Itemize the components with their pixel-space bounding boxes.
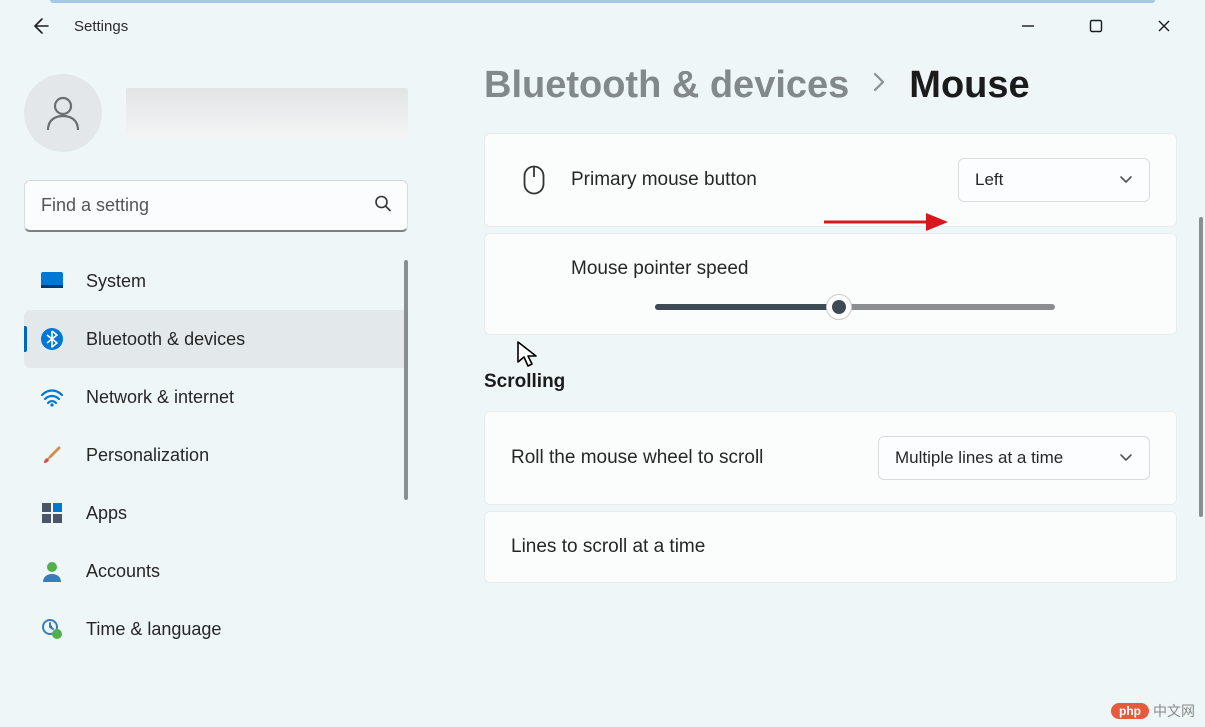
sidebar-item-time-language[interactable]: Time & language xyxy=(24,600,408,658)
watermark-badge: php xyxy=(1111,703,1149,719)
mouse-pointer-speed-label: Mouse pointer speed xyxy=(571,258,1150,280)
accounts-icon xyxy=(38,557,66,585)
sidebar: System Bluetooth & devices Network & int… xyxy=(0,52,432,727)
sidebar-item-accounts[interactable]: Accounts xyxy=(24,542,408,600)
sidebar-item-label: Network & internet xyxy=(86,387,234,408)
sidebar-item-label: Apps xyxy=(86,503,127,524)
app-title: Settings xyxy=(74,18,128,35)
breadcrumb-parent[interactable]: Bluetooth & devices xyxy=(484,64,849,107)
chevron-right-icon xyxy=(871,70,887,101)
roll-mouse-wheel-card: Roll the mouse wheel to scroll Multiple … xyxy=(484,411,1177,505)
maximize-button[interactable] xyxy=(1073,8,1119,44)
primary-mouse-button-card: Primary mouse button Left xyxy=(484,133,1177,227)
dropdown-value: Multiple lines at a time xyxy=(895,448,1063,468)
content-scrollbar[interactable] xyxy=(1199,217,1203,517)
scrolling-section-header: Scrolling xyxy=(484,371,1177,393)
page-title: Mouse xyxy=(909,64,1029,107)
mouse-pointer-speed-slider[interactable] xyxy=(655,304,1055,310)
avatar xyxy=(24,74,102,152)
clock-globe-icon xyxy=(38,615,66,643)
person-icon xyxy=(42,92,84,134)
sidebar-item-label: Time & language xyxy=(86,619,221,640)
primary-mouse-button-label: Primary mouse button xyxy=(571,169,958,191)
apps-icon xyxy=(38,499,66,527)
slider-fill xyxy=(655,304,839,310)
paintbrush-icon xyxy=(38,441,66,469)
sidebar-item-network[interactable]: Network & internet xyxy=(24,368,408,426)
back-button[interactable] xyxy=(22,8,58,44)
mouse-icon xyxy=(511,165,557,195)
sidebar-item-label: Bluetooth & devices xyxy=(86,329,245,350)
nav: System Bluetooth & devices Network & int… xyxy=(24,252,408,727)
minimize-button[interactable] xyxy=(1005,8,1051,44)
sidebar-item-label: Personalization xyxy=(86,445,209,466)
primary-mouse-button-dropdown[interactable]: Left xyxy=(958,158,1150,202)
content: Bluetooth & devices Mouse Primary mouse … xyxy=(432,52,1205,727)
back-arrow-icon xyxy=(30,16,50,36)
close-icon xyxy=(1157,19,1171,33)
sidebar-item-bluetooth-devices[interactable]: Bluetooth & devices xyxy=(24,310,408,368)
close-button[interactable] xyxy=(1141,8,1187,44)
wifi-icon xyxy=(38,383,66,411)
roll-mouse-wheel-dropdown[interactable]: Multiple lines at a time xyxy=(878,436,1150,480)
system-icon xyxy=(38,267,66,295)
mouse-pointer-speed-card: Mouse pointer speed xyxy=(484,233,1177,335)
minimize-icon xyxy=(1021,19,1035,33)
search-input[interactable] xyxy=(24,180,408,232)
breadcrumb: Bluetooth & devices Mouse xyxy=(484,64,1177,107)
user-profile[interactable] xyxy=(24,52,408,180)
chevron-down-icon xyxy=(1119,448,1133,468)
dropdown-value: Left xyxy=(975,170,1003,190)
titlebar: Settings xyxy=(0,0,1205,52)
maximize-icon xyxy=(1089,19,1103,33)
sidebar-item-label: Accounts xyxy=(86,561,160,582)
watermark: php 中文网 xyxy=(1111,701,1195,721)
bluetooth-icon xyxy=(38,325,66,353)
sidebar-item-label: System xyxy=(86,271,146,292)
chevron-down-icon xyxy=(1119,170,1133,190)
lines-to-scroll-label: Lines to scroll at a time xyxy=(511,536,1150,558)
slider-thumb[interactable] xyxy=(826,294,852,320)
watermark-text: 中文网 xyxy=(1153,701,1195,721)
sidebar-scrollbar[interactable] xyxy=(404,260,408,500)
user-name-placeholder xyxy=(126,88,408,138)
sidebar-item-apps[interactable]: Apps xyxy=(24,484,408,542)
sidebar-item-personalization[interactable]: Personalization xyxy=(24,426,408,484)
search-icon xyxy=(374,195,392,218)
roll-mouse-wheel-label: Roll the mouse wheel to scroll xyxy=(511,447,878,469)
lines-to-scroll-card: Lines to scroll at a time xyxy=(484,511,1177,583)
sidebar-item-system[interactable]: System xyxy=(24,252,408,310)
